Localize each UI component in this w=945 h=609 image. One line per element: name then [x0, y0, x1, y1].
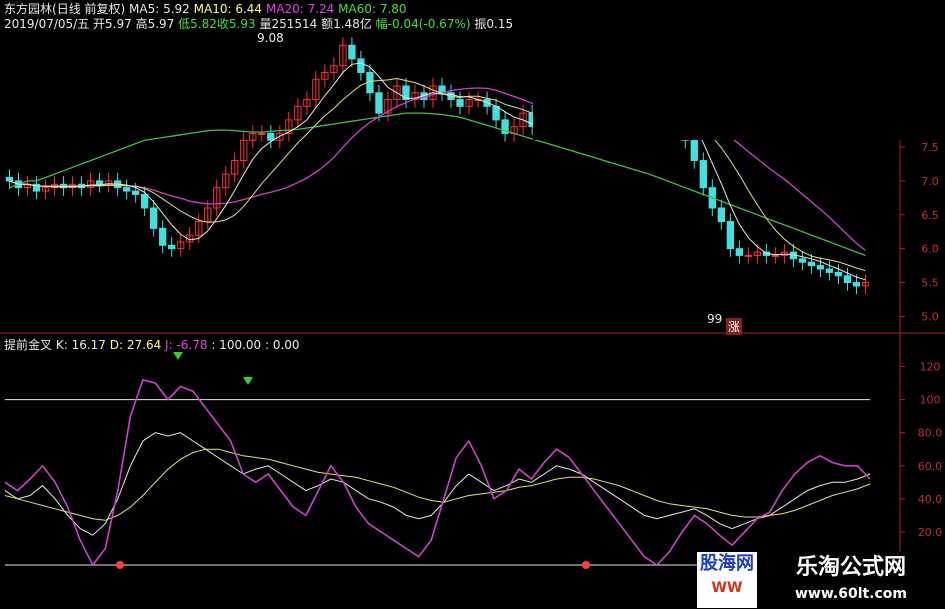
- period-label[interactable]: (日线 前复权): [52, 2, 125, 16]
- peak-label: 9.08: [257, 31, 284, 45]
- candle-down: [159, 227, 167, 246]
- extra-label: : 100.00 : 0.00: [211, 338, 300, 352]
- candle-down: [402, 85, 410, 101]
- chart-header-row2: 2019/07/05/五 开5.97 高5.97 低5.82收5.93 量251…: [4, 15, 513, 32]
- d-label: D: 27.64: [109, 338, 162, 352]
- kdj-tick-label: 20.0: [918, 526, 943, 539]
- candle-down: [5, 177, 14, 182]
- volume-label: 量251514: [259, 17, 318, 31]
- price-tick-label: 7.0: [921, 175, 939, 188]
- candle-up: [744, 254, 753, 257]
- candle-down: [492, 105, 500, 121]
- candle-up: [258, 132, 266, 135]
- candle-down: [717, 207, 725, 223]
- trough-label: 99: [707, 312, 723, 326]
- indicator-name[interactable]: 提前金叉: [4, 338, 52, 352]
- candle-down: [726, 221, 734, 250]
- kdj-tick-label: 40.0: [918, 493, 943, 506]
- high-label: 高5.97: [135, 17, 175, 31]
- kdj-tick-label: 100: [920, 394, 941, 407]
- candle-down: [357, 58, 365, 73]
- indicator-panel: [4, 352, 871, 569]
- candle-down: [798, 258, 807, 263]
- golden-cross-icon: [582, 561, 590, 569]
- price-tick-label: 6.0: [921, 243, 939, 256]
- price-tick-label: 5.5: [921, 277, 939, 290]
- watermark-site-url: www.60lt.com: [794, 586, 908, 602]
- ma5-label: MA5: 5.92: [129, 2, 190, 16]
- candle-down: [807, 261, 816, 267]
- candle-down: [168, 244, 176, 250]
- indicator-header: 提前金叉 K: 16.17 D: 27.64 J: -6.78 : 100.00…: [4, 336, 300, 353]
- ma20-label: MA20: 7.24: [265, 2, 335, 16]
- candle-down: [267, 132, 275, 141]
- open-label: 开5.97: [93, 17, 132, 31]
- buy-arrow-icon: [243, 377, 253, 385]
- candle-down: [735, 248, 744, 256]
- candle-down: [375, 92, 383, 114]
- watermark-guhai-sub: WW: [711, 580, 743, 596]
- price-tick-label: 6.5: [921, 209, 939, 222]
- ma10-label: MA10: 6.44: [193, 2, 263, 16]
- candle-down: [816, 265, 825, 270]
- price-tick-label: 7.5: [921, 141, 939, 154]
- kdj-j-line: [4, 378, 871, 567]
- close-label: 收5.93: [216, 17, 256, 31]
- amplitude-label: 振0.15: [474, 17, 514, 31]
- stock-name[interactable]: 东方园林: [4, 2, 52, 16]
- candle-down: [456, 99, 464, 107]
- watermark-site-name: 乐淘公式网: [795, 555, 906, 580]
- watermark-letao: 乐淘公式网 www.60lt.com: [757, 552, 945, 609]
- candle-down: [95, 180, 104, 185]
- amount-label: 额1.48亿: [321, 17, 372, 31]
- low-label: 低5.82: [178, 17, 217, 31]
- rise-badge: 涨: [726, 318, 743, 335]
- kdj-d-line: [4, 448, 871, 521]
- occlusion-middle: [236, 280, 696, 332]
- change-label: 幅-0.04(-0.67%): [375, 17, 471, 31]
- j-label: J: -6.78: [165, 338, 208, 352]
- candle-down: [131, 190, 140, 195]
- k-label: K: 16.17: [55, 338, 106, 352]
- ma60-label: MA60: 7.80: [338, 2, 407, 16]
- occlusion-top-right: [533, 0, 945, 140]
- buy-arrow-icon: [173, 352, 183, 360]
- candle-down: [699, 160, 707, 189]
- watermark-guhai: 股海网 WW: [697, 552, 757, 608]
- candle-down: [690, 139, 698, 162]
- candle-down: [834, 271, 843, 277]
- kdj-tick-label: 120: [920, 361, 941, 374]
- candle-down: [150, 207, 158, 229]
- kdj-tick-label: 80.0: [918, 427, 943, 440]
- candle-up: [771, 254, 780, 257]
- candle-down: [825, 268, 834, 273]
- price-tick-label: 5.0: [921, 310, 939, 323]
- kdj-tick-label: 60.0: [918, 460, 943, 473]
- candle-down: [348, 44, 356, 60]
- candle-down: [843, 275, 852, 284]
- candle-down: [141, 193, 149, 209]
- candle-down: [852, 282, 861, 287]
- date-label: 2019/07/05/五: [4, 17, 90, 31]
- golden-cross-icon: [116, 561, 124, 569]
- candle-down: [122, 187, 131, 192]
- watermark-guhai-text: 股海网: [700, 553, 754, 574]
